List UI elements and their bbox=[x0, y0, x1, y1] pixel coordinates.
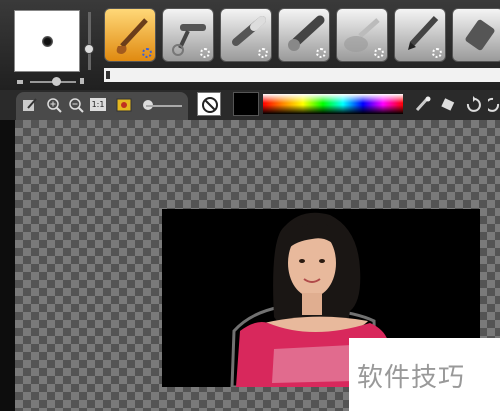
redo-icon[interactable] bbox=[488, 96, 500, 112]
eraser-tool-button[interactable] bbox=[452, 8, 500, 62]
watermark-text: 软件技巧 bbox=[357, 363, 466, 393]
settings-gear-icon bbox=[374, 48, 384, 58]
zoom-in-icon[interactable] bbox=[46, 97, 62, 113]
fill-icon[interactable] bbox=[440, 96, 458, 112]
settings-gear-icon bbox=[258, 48, 268, 58]
zoom-slider[interactable] bbox=[146, 105, 182, 107]
actual-size-icon[interactable]: 1:1 bbox=[90, 98, 106, 111]
color-picker-icon[interactable] bbox=[414, 96, 432, 112]
pencil-tool-button[interactable] bbox=[394, 8, 446, 62]
blur-tool-button[interactable] bbox=[336, 8, 388, 62]
brush-size-knob[interactable] bbox=[52, 77, 61, 86]
settings-gear-icon bbox=[142, 48, 152, 58]
chalk-tool-button[interactable] bbox=[220, 8, 272, 62]
edit-icon[interactable] bbox=[22, 97, 38, 113]
settings-gear-icon bbox=[316, 48, 326, 58]
current-color-swatch[interactable] bbox=[233, 92, 259, 116]
color-spectrum-picker[interactable] bbox=[263, 94, 403, 114]
zoom-out-icon[interactable] bbox=[68, 97, 84, 113]
brush-options-strip[interactable] bbox=[104, 68, 500, 82]
eraser-icon bbox=[465, 19, 495, 51]
marker-tool-button[interactable] bbox=[278, 8, 330, 62]
undo-icon[interactable] bbox=[464, 96, 482, 112]
brush-tip-icon bbox=[42, 36, 53, 47]
airbrush-tool-button[interactable] bbox=[162, 8, 214, 62]
strip-arrow-icon[interactable] bbox=[106, 71, 110, 79]
settings-gear-icon bbox=[432, 48, 442, 58]
brush-opacity-slider[interactable] bbox=[88, 12, 91, 70]
picture-icon[interactable] bbox=[116, 97, 132, 113]
size-max-icon bbox=[80, 78, 84, 84]
no-color-icon[interactable] bbox=[197, 92, 221, 116]
settings-gear-icon bbox=[200, 48, 210, 58]
brush-opacity-knob[interactable] bbox=[84, 44, 94, 54]
paintbrush-tool-button[interactable] bbox=[104, 8, 156, 62]
brush-preview[interactable] bbox=[14, 10, 80, 72]
size-min-icon bbox=[17, 80, 23, 84]
